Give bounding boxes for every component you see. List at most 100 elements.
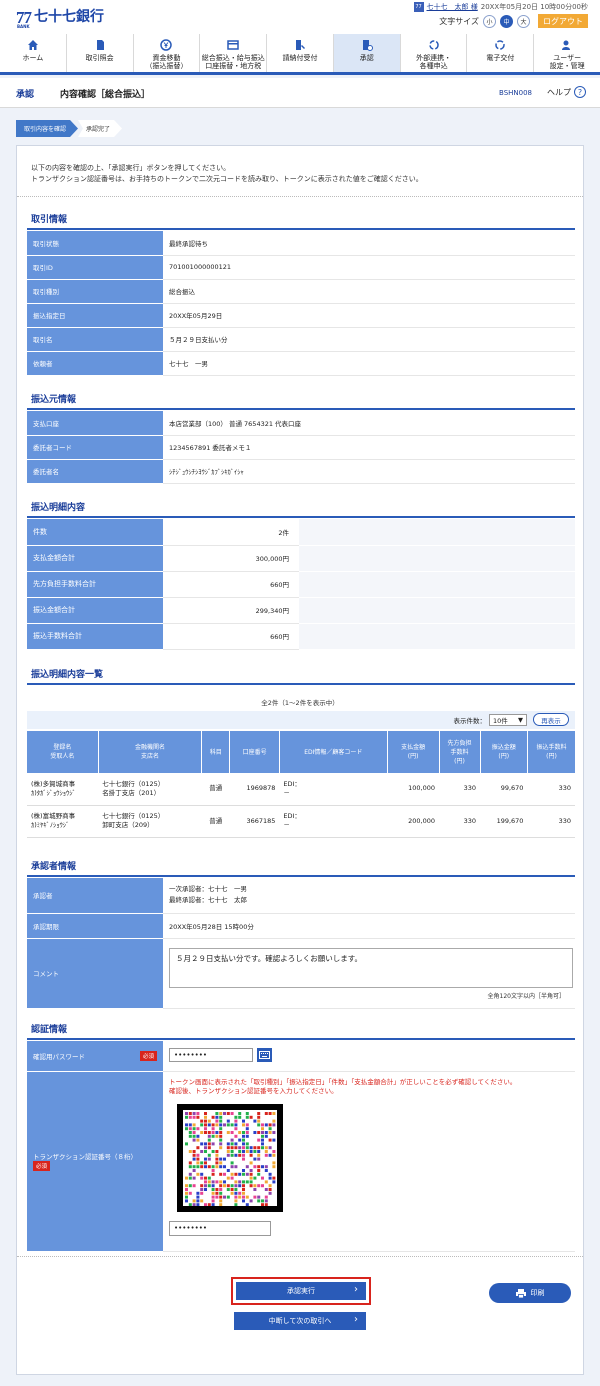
list-count-summary: 全2件（1～2件を表示中） bbox=[261, 699, 339, 707]
caret-down-icon: ▼ bbox=[518, 716, 523, 724]
table-header-row: 登録名 受取人名 金融機関名 支店名 科目 口座番号 EDI情報／顧客コード 支払金… bbox=[27, 731, 575, 773]
pen-document-icon bbox=[294, 39, 306, 51]
nav-inquiry[interactable]: 取引照会 bbox=[67, 34, 134, 72]
print-button[interactable]: 印刷 bbox=[489, 1283, 571, 1303]
table-row: トランザクション認証番号（８桁） 必須 bbox=[27, 1071, 575, 1252]
redisplay-button[interactable]: 再表示 bbox=[533, 713, 569, 726]
user-info: 77 七十七 太郎 様 20XX年05月20日 10時00分00秒 bbox=[413, 2, 588, 12]
section-line bbox=[27, 875, 575, 877]
transfer-detail-list: 登録名 受取人名 金融機関名 支店名 科目 口座番号 EDI情報／顧客コード 支払金… bbox=[27, 731, 575, 838]
table-row: (株)多賀城商事 ｶ)ﾀｶﾞｼﾞｮｳｼｮｳｼﾞ 七十七銀行（0125） 名掛丁支店（… bbox=[27, 773, 575, 806]
page-category: 承認 bbox=[16, 90, 35, 100]
keyboard-icon bbox=[259, 1051, 270, 1059]
section-title-transaction: 取引情報 bbox=[31, 215, 68, 225]
nav-transfer[interactable]: 資金移動 （振込振替） bbox=[134, 34, 201, 72]
table-row: (株)富城野商事 ｶ)ﾐﾔｷﾞﾉｼｮｳｼﾞ 七十七銀行（0125） 卸町支店（209… bbox=[27, 805, 575, 838]
screen-code: BSHN008 bbox=[499, 89, 532, 97]
comment-limit-note: 全角120文字以内［半角可］ bbox=[487, 993, 565, 1000]
table-row: 件数 2件 bbox=[27, 519, 575, 546]
section-title-approver: 承認者情報 bbox=[31, 862, 77, 872]
home-icon bbox=[27, 39, 39, 51]
nav-home[interactable]: ホーム bbox=[0, 34, 67, 72]
chevron-right-icon: › bbox=[354, 1314, 358, 1325]
table-row: 振込指定日 20XX年05月29日 bbox=[27, 303, 575, 328]
user-name-link[interactable]: 七十七 太郎 様 bbox=[427, 2, 478, 12]
page-title: 内容確認［総合振込］ bbox=[60, 90, 151, 100]
printer-icon bbox=[515, 1288, 526, 1298]
table-row: 取引ID 701001000000121 bbox=[27, 255, 575, 280]
transaction-qr-code bbox=[177, 1104, 283, 1212]
auth-warning-text: トークン画面に表示された「取引種別」「振込指定日」「件数」「支払金額合計」が正し… bbox=[169, 1078, 517, 1095]
top-bar: 77 BANK 七十七銀行 77 七十七 太郎 様 20XX年05月20日 10… bbox=[0, 0, 600, 34]
nav-electronic-delivery[interactable]: 電子交付 bbox=[467, 34, 535, 72]
section-title-detail: 振込明細内容 bbox=[31, 503, 86, 513]
table-row: 支払金額合計 300,000円 bbox=[27, 545, 575, 572]
intro-text: 以下の内容を確認の上、「承認実行」ボタンを押してください。 トランザクション認証… bbox=[31, 164, 423, 183]
card-icon bbox=[227, 39, 239, 51]
table-row: 委託者名 ｼﾁｼﾞｭｳｼﾁｼﾖｳｼﾞｶﾌﾞｼｷｶﾞｲｼｬ bbox=[27, 459, 575, 484]
table-row: 振込金額合計 299,340円 bbox=[27, 597, 575, 624]
section-line bbox=[27, 683, 575, 685]
section-line bbox=[27, 228, 575, 230]
comment-textarea[interactable]: ５月２９日支払い分です。確認よろしくお願いします。 bbox=[169, 948, 573, 988]
bank-logo[interactable]: 77 BANK 七十七銀行 bbox=[16, 8, 104, 29]
section-line bbox=[27, 408, 575, 410]
section-title-source: 振込元情報 bbox=[31, 395, 77, 405]
font-size-controls: 文字サイズ 小 中 大 ログアウト bbox=[439, 14, 588, 28]
global-nav: ホーム 取引照会 資金移動 （振込振替） 総合振込・給与振込 口座振替・地方税 請納… bbox=[0, 34, 600, 75]
step-confirm: 取引内容を確認 bbox=[16, 120, 78, 137]
font-small-button[interactable]: 小 bbox=[483, 14, 496, 28]
table-row: 取引名 ５月２９日支払い分 bbox=[27, 327, 575, 352]
font-medium-button[interactable]: 中 bbox=[500, 14, 513, 28]
nav-approval[interactable]: 承認 bbox=[333, 34, 401, 72]
font-large-button[interactable]: 大 bbox=[517, 14, 530, 28]
font-size-label: 文字サイズ bbox=[439, 16, 479, 26]
nav-bulk-transfer[interactable]: 総合振込・給与振込 口座振替・地方税 bbox=[200, 34, 268, 72]
required-badge: 必須 bbox=[139, 1050, 157, 1061]
main-panel: 以下の内容を確認の上、「承認実行」ボタンを押してください。 トランザクション認証… bbox=[16, 145, 584, 1375]
table-row: 依頼者 七十七 一男 bbox=[27, 351, 575, 376]
table-row: 取引種別 総合振込 bbox=[27, 279, 575, 304]
chevron-right-icon: › bbox=[354, 1284, 358, 1295]
help-link[interactable]: ヘルプ ? bbox=[547, 86, 586, 98]
software-keyboard-button[interactable] bbox=[257, 1048, 272, 1062]
last-login-time: 20XX年05月20日 10時00分00秒 bbox=[480, 3, 588, 11]
yen-circle-icon bbox=[160, 39, 173, 51]
display-count: 表示件数： 10件 ▼ bbox=[454, 714, 527, 726]
list-toolbar: 表示件数： 10件 ▼ 再表示 bbox=[27, 711, 575, 729]
display-count-select[interactable]: 10件 ▼ bbox=[489, 714, 527, 726]
detail-summary-table: 件数 2件 支払金額合計 300,000円 先方負担手数料合計 660円 振込金額合計… bbox=[27, 519, 575, 650]
table-row: 承認期限 20XX年05月28日 15時00分 bbox=[27, 913, 575, 939]
section-line bbox=[27, 1038, 575, 1040]
table-row: 確認用パスワード 必須 bbox=[27, 1041, 575, 1072]
transaction-info-table: 取引状態 最終承認待ち 取引ID 701001000000121 取引種別 総合振込 … bbox=[27, 231, 575, 376]
step-complete: 承認完了 bbox=[78, 120, 122, 137]
nav-payment[interactable]: 請納付受付 bbox=[267, 34, 334, 72]
nav-external[interactable]: 外部連携・ 各種申込 bbox=[401, 34, 468, 72]
approval-icon bbox=[361, 39, 373, 51]
table-row: 振込手数料合計 660円 bbox=[27, 623, 575, 650]
table-row: 委託者コード 1234567891 委託者メモ１ bbox=[27, 435, 575, 460]
table-row: 取引状態 最終承認待ち bbox=[27, 231, 575, 256]
divider bbox=[17, 1256, 583, 1257]
logo-bank-text: BANK bbox=[17, 24, 30, 29]
nav-user-settings[interactable]: ユーザー 設定・管理 bbox=[534, 34, 600, 72]
step-indicator: 取引内容を確認 承認完了 bbox=[16, 120, 122, 137]
logo-name: 七十七銀行 bbox=[34, 9, 104, 25]
page-header: 承認 内容確認［総合振込］ BSHN008 ヘルプ ? bbox=[0, 78, 600, 108]
transaction-auth-number-input[interactable]: •••••••• bbox=[169, 1221, 271, 1236]
approve-execute-button[interactable]: 承認実行 › bbox=[231, 1277, 371, 1305]
required-badge: 必須 bbox=[33, 1161, 51, 1171]
document-icon bbox=[94, 39, 106, 51]
table-row: 承認者 一次承認者：七十七 一男 最終承認者：七十七 太郎 bbox=[27, 878, 575, 914]
source-info-table: 支払口座 本店営業部（100） 普通 7654321 代表口座 委託者コード 123… bbox=[27, 411, 575, 484]
approver-info-table: 承認者 一次承認者：七十七 一男 最終承認者：七十七 太郎 承認期限 20XX年05月… bbox=[27, 878, 575, 1009]
logout-button[interactable]: ログアウト bbox=[538, 14, 588, 28]
confirm-password-input[interactable]: •••••••• bbox=[169, 1048, 253, 1062]
qr-code-icon bbox=[183, 1110, 277, 1207]
suspend-next-button[interactable]: 中断して次の取引へ › bbox=[234, 1312, 366, 1330]
user-badge-icon: 77 bbox=[413, 2, 424, 12]
logo-mark: 77 bbox=[16, 8, 32, 27]
table-row: 支払口座 本店営業部（100） 普通 7654321 代表口座 bbox=[27, 411, 575, 436]
section-line bbox=[27, 516, 575, 518]
